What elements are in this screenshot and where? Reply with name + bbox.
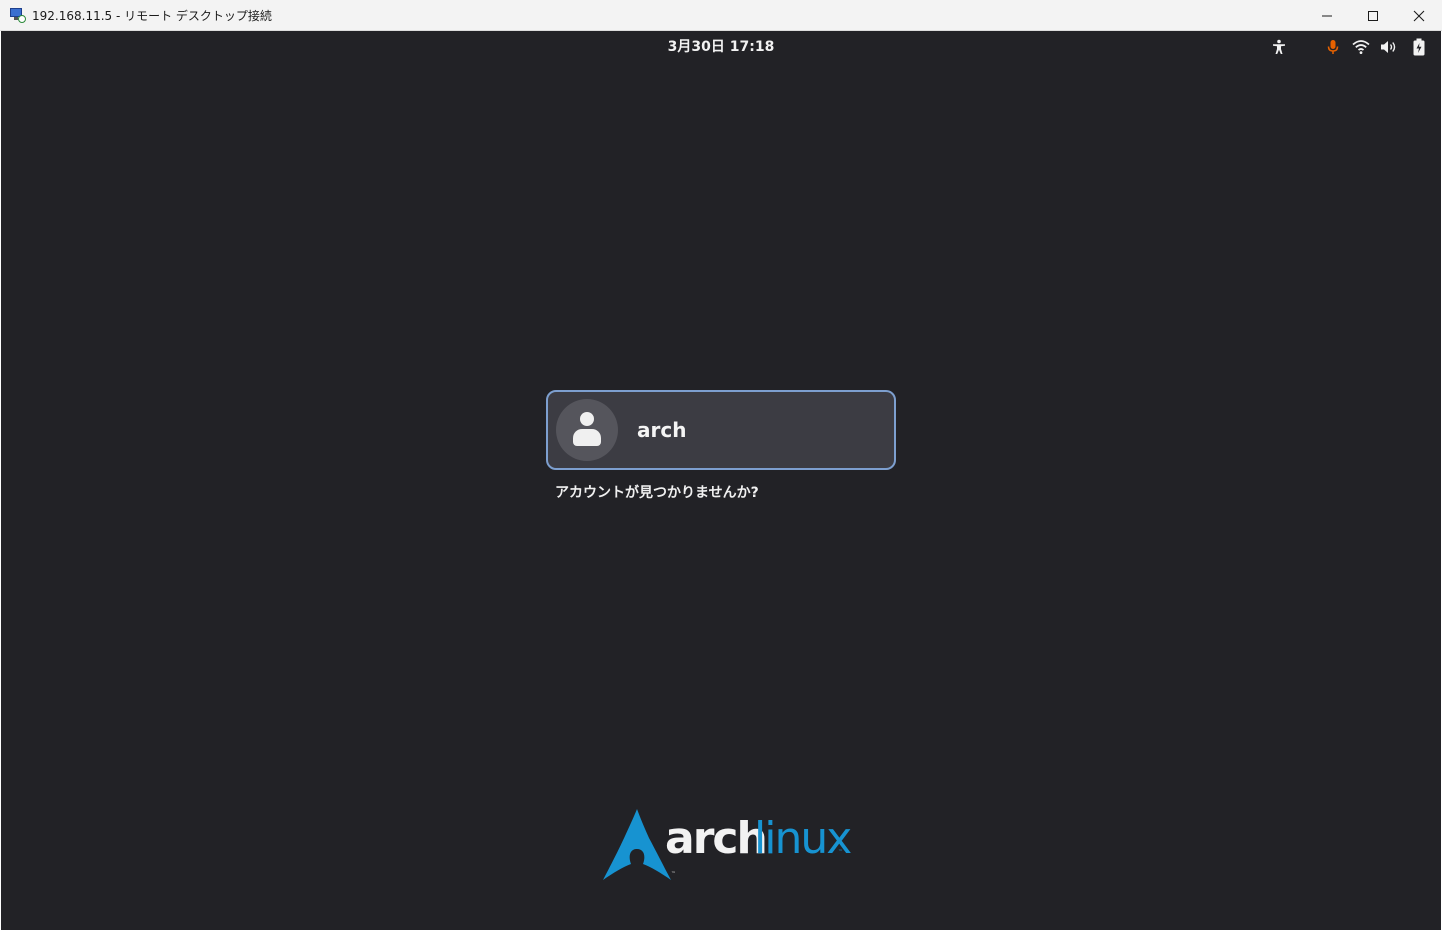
- logo-text-linux: linux: [754, 813, 852, 864]
- close-button[interactable]: [1396, 0, 1442, 31]
- system-status-menu[interactable]: [1323, 37, 1433, 57]
- window-titlebar[interactable]: 192.168.11.5 - リモート デスクトップ接続: [0, 0, 1442, 31]
- arch-logo-icon: [603, 809, 671, 880]
- user-icon: [580, 412, 594, 426]
- minimize-button[interactable]: [1304, 0, 1350, 31]
- accessibility-icon: [1269, 37, 1289, 57]
- close-icon: [1413, 10, 1425, 21]
- minimize-icon: [1322, 15, 1332, 16]
- logo-trademark: ™: [838, 849, 843, 855]
- remote-desktop-screen[interactable]: 3月30日 17:18 arch アカウントが見つかりませんか? arch li…: [1, 31, 1441, 930]
- wifi-icon: [1351, 37, 1371, 57]
- avatar: [556, 399, 618, 461]
- remote-desktop-app-icon: [10, 7, 26, 23]
- logo-text-arch: arch: [665, 813, 768, 864]
- gnome-top-bar: 3月30日 17:18: [1, 31, 1441, 63]
- maximize-button[interactable]: [1350, 0, 1396, 31]
- not-listed-button[interactable]: アカウントが見つかりませんか?: [555, 482, 759, 502]
- maximize-icon: [1368, 10, 1378, 21]
- arch-linux-logo: arch linux ™ ™: [601, 807, 852, 883]
- microphone-icon: [1323, 37, 1343, 57]
- date-time-clock[interactable]: 3月30日 17:18: [1, 31, 1441, 63]
- battery-icon: [1409, 37, 1429, 57]
- volume-icon: [1379, 37, 1399, 57]
- logo-mark-trademark: ™: [671, 871, 676, 877]
- user-list-item-arch[interactable]: arch: [546, 390, 896, 470]
- window-controls: [1304, 0, 1442, 31]
- window-title: 192.168.11.5 - リモート デスクトップ接続: [32, 8, 272, 23]
- user-name: arch: [637, 418, 687, 442]
